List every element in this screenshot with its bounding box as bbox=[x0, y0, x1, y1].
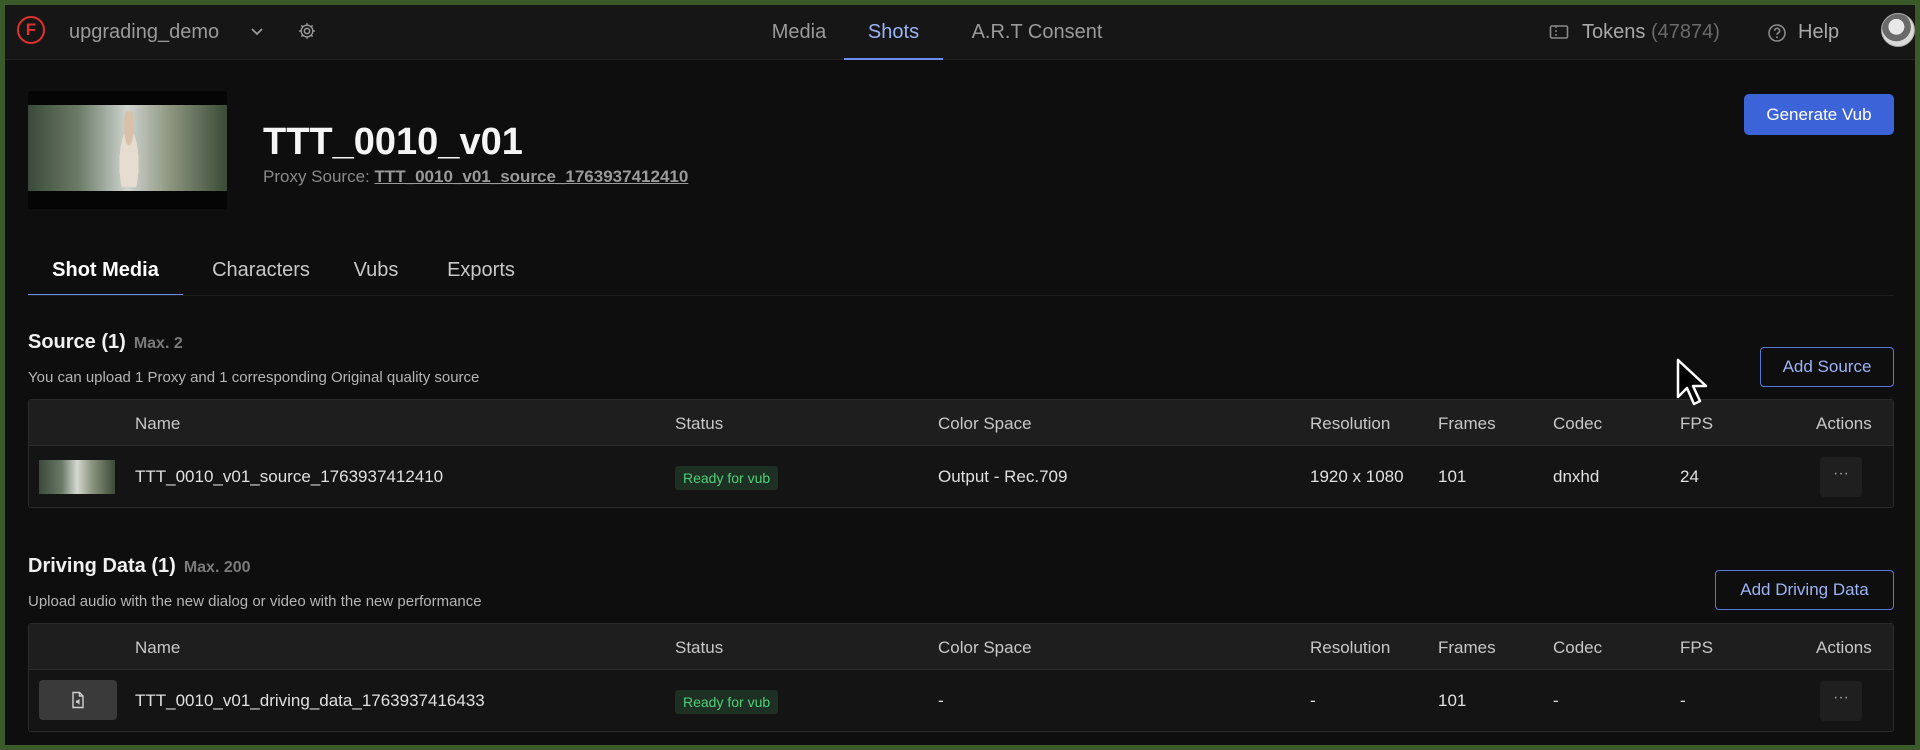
driving-description: Upload audio with the new dialog or vide… bbox=[28, 593, 482, 610]
thumbnail-person bbox=[114, 111, 144, 187]
col-resolution: Resolution bbox=[1310, 638, 1391, 657]
shot-thumbnail-image bbox=[28, 105, 227, 191]
row-codec: dnxhd bbox=[1553, 467, 1600, 486]
tab-characters[interactable]: Characters bbox=[206, 252, 316, 296]
row-resolution: 1920 x 1080 bbox=[1310, 467, 1404, 486]
status-badge: Ready for vub bbox=[675, 690, 779, 714]
source-table: Name Status Color Space Resolution Frame… bbox=[28, 399, 1894, 508]
generate-vub-button[interactable]: Generate Vub bbox=[1744, 94, 1894, 135]
tokens-display[interactable]: Tokens (47874) bbox=[1582, 21, 1720, 44]
driving-table: Name Status Color Space Resolution Frame… bbox=[28, 623, 1894, 732]
tabs-divider bbox=[28, 295, 1894, 296]
add-driving-data-button[interactable]: Add Driving Data bbox=[1715, 570, 1894, 610]
col-color-space: Color Space bbox=[938, 638, 1032, 657]
row-color-space: Output - Rec.709 bbox=[938, 467, 1068, 486]
col-name: Name bbox=[135, 414, 181, 433]
row-file-tile bbox=[39, 680, 117, 720]
proxy-source-label: Proxy Source: bbox=[263, 167, 370, 186]
driving-title: Driving Data (1) bbox=[28, 555, 176, 577]
tab-vubs[interactable]: Vubs bbox=[350, 252, 402, 296]
help-icon[interactable] bbox=[1767, 23, 1787, 43]
source-max: Max. 2 bbox=[133, 335, 183, 352]
add-source-button[interactable]: Add Source bbox=[1760, 347, 1894, 387]
proxy-source: Proxy Source: TTT_0010_v01_source_176393… bbox=[263, 167, 688, 187]
help-link[interactable]: Help bbox=[1798, 21, 1839, 44]
row-fps: 24 bbox=[1680, 467, 1699, 486]
source-section-title: Source (1) Max. 2 bbox=[28, 331, 183, 354]
project-selector[interactable]: upgrading_demo bbox=[69, 21, 219, 44]
driving-table-header: Name Status Color Space Resolution Frame… bbox=[29, 624, 1893, 670]
logo-icon[interactable]: F bbox=[17, 16, 45, 44]
col-name: Name bbox=[135, 638, 181, 657]
tokens-count: (47874) bbox=[1650, 21, 1720, 43]
app-window: F upgrading_demo Media Shots A.R.T Conse… bbox=[5, 5, 1915, 745]
avatar[interactable] bbox=[1881, 13, 1915, 47]
source-description: You can upload 1 Proxy and 1 correspondi… bbox=[28, 369, 480, 386]
row-frames: 101 bbox=[1438, 691, 1467, 710]
source-table-header: Name Status Color Space Resolution Frame… bbox=[29, 400, 1893, 446]
row-color-space: - bbox=[938, 691, 944, 710]
row-name: TTT_0010_v01_source_1763937412410 bbox=[135, 467, 444, 486]
proxy-source-link[interactable]: TTT_0010_v01_source_1763937412410 bbox=[375, 167, 689, 186]
col-actions: Actions bbox=[1816, 414, 1872, 433]
top-bar: F upgrading_demo Media Shots A.R.T Conse… bbox=[5, 5, 1915, 60]
col-actions: Actions bbox=[1816, 638, 1872, 657]
col-status: Status bbox=[675, 638, 724, 657]
tokens-label: Tokens bbox=[1582, 21, 1646, 43]
col-status: Status bbox=[675, 414, 724, 433]
mouse-cursor-icon bbox=[1676, 358, 1708, 406]
table-row[interactable]: TTT_0010_v01_source_1763937412410 Ready … bbox=[29, 446, 1893, 507]
col-codec: Codec bbox=[1553, 638, 1603, 657]
row-fps: - bbox=[1680, 691, 1686, 710]
file-audio-icon bbox=[72, 691, 84, 709]
col-codec: Codec bbox=[1553, 414, 1603, 433]
row-frames: 101 bbox=[1438, 467, 1467, 486]
col-fps: FPS bbox=[1680, 414, 1714, 433]
col-fps: FPS bbox=[1680, 638, 1714, 657]
chevron-down-icon[interactable] bbox=[249, 23, 265, 39]
col-frames: Frames bbox=[1438, 414, 1496, 433]
col-frames: Frames bbox=[1438, 638, 1496, 657]
row-codec: - bbox=[1553, 691, 1559, 710]
col-resolution: Resolution bbox=[1310, 414, 1391, 433]
shot-title: TTT_0010_v01 bbox=[263, 121, 523, 163]
more-icon[interactable]: ··· bbox=[1820, 681, 1862, 721]
tab-exports[interactable]: Exports bbox=[441, 252, 521, 296]
source-title: Source (1) bbox=[28, 331, 126, 353]
tab-shot-media[interactable]: Shot Media bbox=[28, 252, 183, 296]
more-icon[interactable]: ··· bbox=[1820, 457, 1862, 497]
nav-art-consent[interactable]: A.R.T Consent bbox=[961, 5, 1113, 60]
shot-thumbnail bbox=[28, 91, 227, 209]
table-row[interactable]: TTT_0010_v01_driving_data_1763937416433 … bbox=[29, 670, 1893, 731]
ticket-icon bbox=[1549, 25, 1569, 39]
col-color-space: Color Space bbox=[938, 414, 1032, 433]
gear-icon[interactable] bbox=[297, 21, 317, 41]
row-resolution: - bbox=[1310, 691, 1316, 710]
driving-max: Max. 200 bbox=[183, 559, 251, 576]
driving-section-title: Driving Data (1) Max. 200 bbox=[28, 555, 251, 578]
row-thumbnail bbox=[39, 460, 115, 494]
nav-shots[interactable]: Shots bbox=[844, 5, 943, 60]
row-name: TTT_0010_v01_driving_data_1763937416433 bbox=[135, 691, 485, 710]
status-badge: Ready for vub bbox=[675, 466, 779, 490]
nav-media[interactable]: Media bbox=[761, 5, 837, 60]
